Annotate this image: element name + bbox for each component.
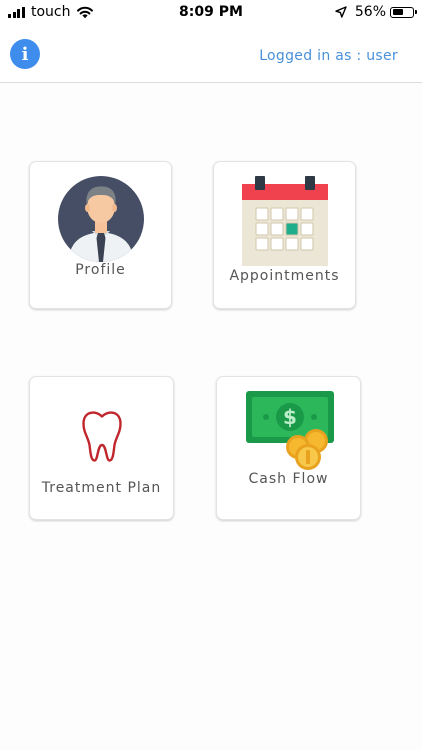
tile-profile[interactable]: Profile [29, 161, 172, 309]
info-button[interactable]: i [10, 39, 40, 69]
tile-treatment-plan-label: Treatment Plan [41, 480, 162, 496]
dashboard: Profile Appointments Treatment Plan $ Ca… [0, 83, 422, 750]
calendar-day-cell [300, 207, 314, 221]
calendar-day-cell [255, 237, 269, 251]
calendar-day-cell [255, 207, 269, 221]
svg-text:$: $ [283, 405, 297, 429]
tile-profile-label: Profile [75, 262, 126, 278]
battery-icon [390, 6, 417, 18]
battery-fill [392, 9, 403, 15]
battery-percent: 56% [354, 4, 386, 20]
status-right: 56% [335, 4, 417, 20]
calendar-day-cell [270, 207, 284, 221]
calendar-selected-day [285, 222, 299, 236]
logged-in-label: Logged in as : user [259, 48, 398, 64]
tile-appointments[interactable]: Appointments [213, 161, 356, 309]
tile-cash-flow[interactable]: $ Cash Flow [216, 376, 361, 520]
calendar-day-cell [270, 237, 284, 251]
calendar-day-cell [270, 222, 284, 236]
status-bar: touch 8:09 PM 56% [0, 0, 422, 26]
tile-treatment-plan[interactable]: Treatment Plan [29, 376, 174, 520]
tile-cash-flow-label: Cash Flow [248, 471, 329, 487]
calendar-day-cell [255, 222, 269, 236]
calendar-day-cell [285, 207, 299, 221]
calendar-icon [242, 176, 328, 270]
tooth-icon [81, 409, 123, 467]
profile-avatar-icon [58, 176, 144, 266]
calendar-day-cell [300, 222, 314, 236]
calendar-day-cell [285, 237, 299, 251]
tile-appointments-label: Appointments [229, 268, 340, 284]
calendar-day-cell [300, 237, 314, 251]
location-arrow-icon [335, 6, 347, 18]
app-header: i Logged in as : user [0, 26, 422, 83]
money-icon: $ [246, 389, 336, 475]
